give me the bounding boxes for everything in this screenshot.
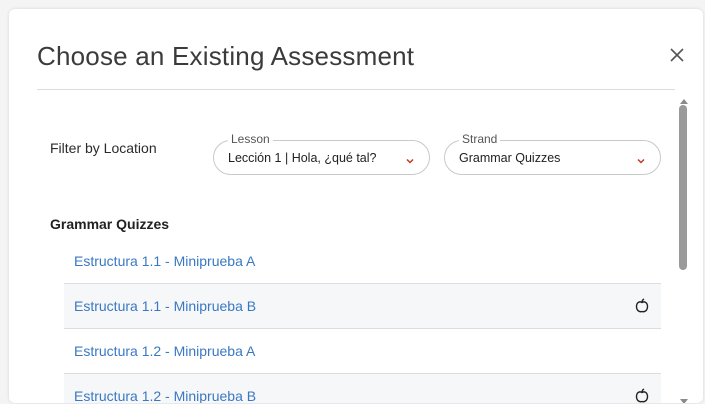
strand-select[interactable]: Strand Grammar Quizzes bbox=[444, 132, 661, 175]
strand-select-legend: Strand bbox=[459, 132, 501, 146]
list-item[interactable]: Estructura 1.2 - Miniprueba B bbox=[64, 374, 661, 403]
chevron-down-icon bbox=[636, 153, 646, 164]
section-title: Grammar Quizzes bbox=[50, 216, 170, 232]
lesson-select-legend: Lesson bbox=[228, 132, 273, 146]
apple-icon bbox=[633, 297, 651, 315]
assessment-link[interactable]: Estructura 1.1 - Miniprueba A bbox=[74, 253, 255, 269]
dialog-content: Filter by Location Lesson Lección 1 | Ho… bbox=[9, 90, 677, 403]
scrollbar[interactable] bbox=[677, 90, 691, 403]
assessment-link[interactable]: Estructura 1.2 - Miniprueba A bbox=[74, 343, 255, 359]
list-item[interactable]: Estructura 1.1 - Miniprueba B bbox=[64, 284, 661, 329]
lesson-select-value: Lección 1 | Hola, ¿qué tal? bbox=[228, 151, 377, 165]
apple-icon bbox=[633, 387, 651, 403]
assessment-dialog: Choose an Existing Assessment Filter by … bbox=[9, 9, 703, 403]
list-item[interactable]: Estructura 1.2 - Miniprueba A bbox=[64, 329, 661, 374]
dialog-title: Choose an Existing Assessment bbox=[37, 41, 415, 71]
chevron-down-icon bbox=[405, 153, 415, 164]
assessment-link[interactable]: Estructura 1.1 - Miniprueba B bbox=[74, 298, 256, 314]
assessment-list: Estructura 1.1 - Miniprueba A Estructura… bbox=[64, 239, 661, 403]
list-item[interactable]: Estructura 1.1 - Miniprueba A bbox=[64, 239, 661, 284]
scroll-up-icon[interactable] bbox=[679, 92, 689, 104]
filter-label: Filter by Location bbox=[50, 140, 157, 156]
scrollbar-thumb[interactable] bbox=[679, 105, 687, 270]
strand-select-value: Grammar Quizzes bbox=[459, 151, 561, 165]
assessment-link[interactable]: Estructura 1.2 - Miniprueba B bbox=[74, 388, 256, 403]
close-icon[interactable] bbox=[666, 44, 688, 66]
scroll-down-icon[interactable] bbox=[679, 393, 689, 403]
lesson-select[interactable]: Lesson Lección 1 | Hola, ¿qué tal? bbox=[213, 132, 430, 175]
